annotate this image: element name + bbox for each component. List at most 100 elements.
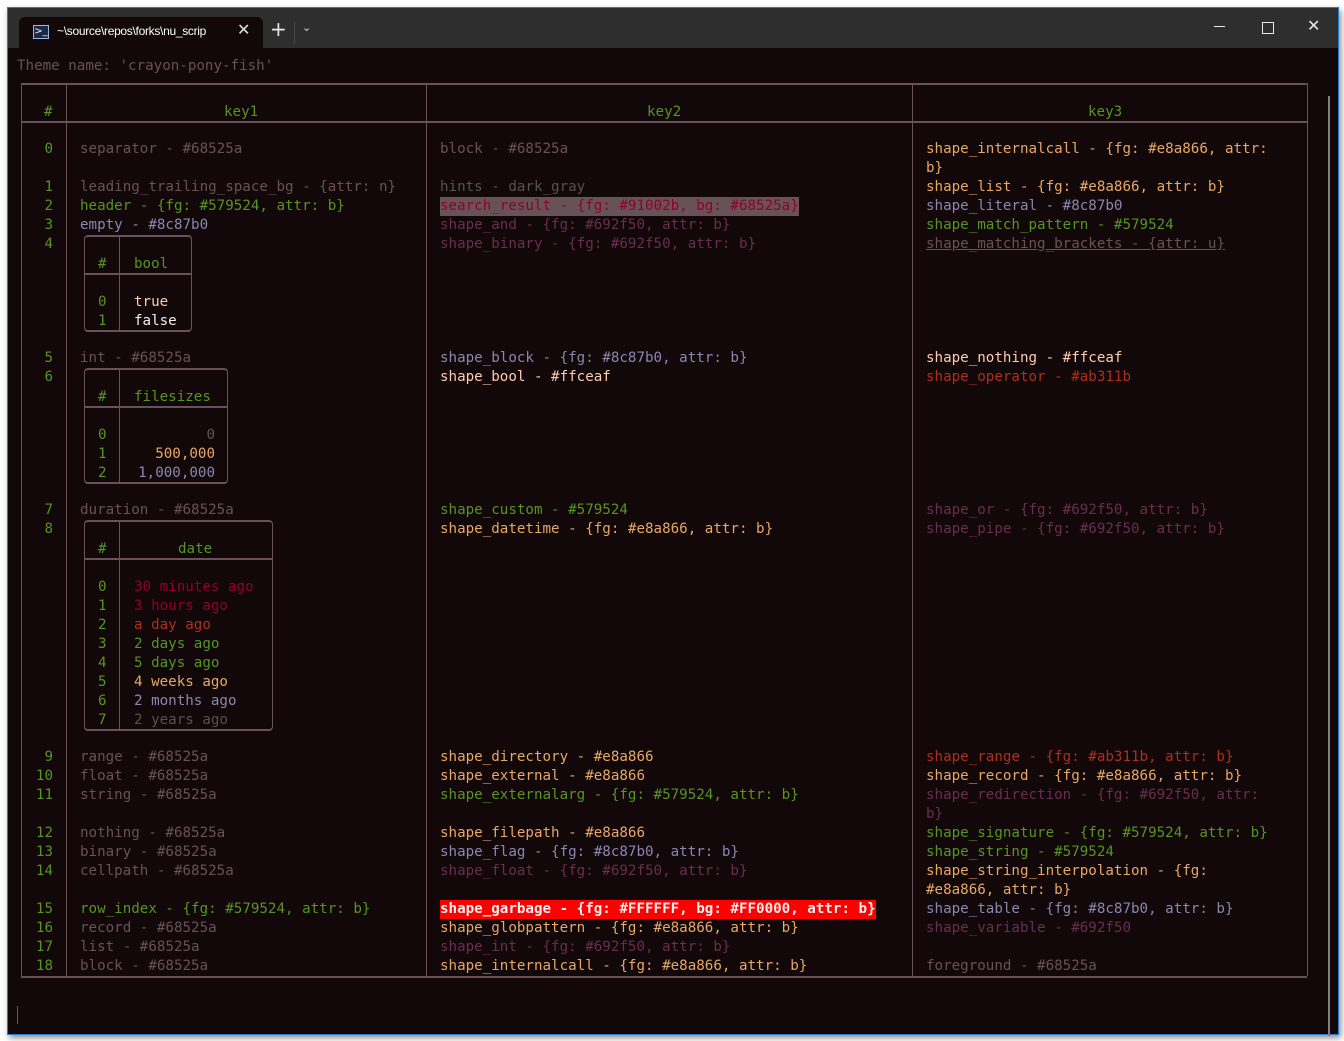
key2-cell: shape_externalarg - {fg: #579524, attr: … [440, 787, 799, 803]
key2-cell: shape_block - {fg: #8c87b0, attr: b} [440, 350, 748, 366]
minimize-icon[interactable] [1214, 26, 1225, 27]
date-row-index: 5 [98, 674, 107, 690]
date-header-index: # [98, 541, 107, 557]
bool-row-index: 1 [98, 313, 107, 329]
filesizes-header-index: # [98, 389, 107, 405]
key3-cell: shape_variable - #692f50 [926, 920, 1131, 936]
row-index: 9 [44, 749, 53, 765]
filesize-value: 1,000,000 [138, 465, 215, 481]
text-cursor [17, 1006, 18, 1024]
chevron-down-icon[interactable]: ⌄ [302, 21, 311, 34]
key3-cell: shape_redirection - {fg: #692f50, attr: [926, 787, 1260, 803]
theme-name-line: Theme name: 'crayon-pony-fish' [17, 58, 274, 74]
key1-cell: block - #68525a [80, 958, 209, 974]
key3-cell: shape_table - {fg: #8c87b0, attr: b} [926, 901, 1234, 917]
bool-header-index: # [98, 256, 107, 272]
key3-cell: shape_matching_brackets - {attr: u} [926, 236, 1225, 252]
key3-cell-continued: #e8a866, attr: b} [926, 882, 1072, 898]
filesize-row-index: 0 [98, 427, 107, 443]
scrollbar[interactable] [1328, 96, 1330, 1036]
maximize-icon[interactable] [1262, 22, 1274, 34]
key3-cell: shape_record - {fg: #e8a866, attr: b} [926, 768, 1243, 784]
key1-cell: leading_trailing_space_bg - {attr: n} [80, 179, 397, 195]
terminal-content[interactable]: Theme name: 'crayon-pony-fish' # key1 ke… [8, 48, 1338, 1036]
nested-column-divider [119, 235, 120, 330]
key3-cell: foreground - #68525a [926, 958, 1097, 974]
date-value: 2 days ago [134, 636, 220, 652]
terminal-window: >_ ~\source\repos\forks\nu_scrip ✕ + ⌄ ✕… [7, 7, 1339, 1036]
close-tab-icon[interactable]: ✕ [237, 20, 250, 39]
key2-cell: block - #68525a [440, 141, 569, 157]
key3-cell: shape_operator - #ab311b [926, 369, 1131, 385]
nested-column-divider [119, 368, 120, 482]
key1-cell: record - #68525a [80, 920, 217, 936]
date-value: 5 days ago [134, 655, 220, 671]
row-index: 10 [35, 768, 53, 784]
key1-cell: cellpath - #68525a [80, 863, 234, 879]
key2-cell: shape_binary - {fg: #692f50, attr: b} [440, 236, 757, 252]
date-header: date [178, 541, 213, 557]
tab-title: ~\source\repos\forks\nu_scrip [57, 24, 207, 38]
filesize-row-index: 2 [98, 465, 107, 481]
key1-cell: binary - #68525a [80, 844, 217, 860]
key2-cell: hints - dark_gray [440, 179, 586, 195]
key2-cell: shape_and - {fg: #692f50, attr: b} [440, 217, 731, 233]
new-tab-button[interactable]: + [270, 19, 287, 39]
header-key2: key2 [647, 104, 682, 120]
column-divider [426, 83, 427, 976]
date-row-index: 6 [98, 693, 107, 709]
date-value: 3 hours ago [134, 598, 228, 614]
key3-cell: shape_range - {fg: #ab311b, attr: b} [926, 749, 1234, 765]
header-key1: key1 [224, 104, 259, 120]
row-index: 2 [44, 198, 53, 214]
key1-cell: header - {fg: #579524, attr: b} [80, 198, 345, 214]
column-divider [66, 83, 67, 976]
date-value: 2 years ago [134, 712, 228, 728]
column-divider [912, 83, 913, 976]
key3-cell-continued: b} [926, 806, 944, 822]
key1-cell: range - #68525a [80, 749, 209, 765]
key3-cell: shape_literal - #8c87b0 [926, 198, 1123, 214]
filesize-row-index: 1 [98, 446, 107, 462]
powershell-icon: >_ [33, 25, 49, 39]
key1-cell: int - #68525a [80, 350, 192, 366]
key2-cell: shape_garbage - {fg: #FFFFFF, bg: #FF000… [440, 900, 876, 919]
date-value: 30 minutes ago [134, 579, 254, 595]
key1-cell: float - #68525a [80, 768, 209, 784]
bool-header: bool [134, 256, 169, 272]
row-index: 17 [35, 939, 53, 955]
row-index: 6 [44, 369, 53, 385]
row-index: 3 [44, 217, 53, 233]
tab-divider [294, 22, 295, 44]
row-index: 4 [44, 236, 53, 252]
key1-cell: list - #68525a [80, 939, 200, 955]
key2-cell: shape_datetime - {fg: #e8a866, attr: b} [440, 521, 774, 537]
table-bottom-border [21, 976, 1307, 978]
date-value: a day ago [134, 617, 211, 633]
key3-cell: shape_nothing - #ffceaf [926, 350, 1123, 366]
key1-cell: separator - #68525a [80, 141, 243, 157]
date-row-index: 7 [98, 712, 107, 728]
key3-cell: shape_or - {fg: #692f50, attr: b} [926, 502, 1208, 518]
row-index: 16 [35, 920, 53, 936]
key3-cell: shape_list - {fg: #e8a866, attr: b} [926, 179, 1225, 195]
key3-cell: shape_string_interpolation - {fg: [926, 863, 1208, 879]
row-index: 18 [35, 958, 53, 974]
table-top-border [21, 83, 1307, 85]
row-index: 14 [35, 863, 53, 879]
row-index: 15 [35, 901, 53, 917]
row-index: 11 [35, 787, 53, 803]
key1-cell: empty - #8c87b0 [80, 217, 209, 233]
row-index: 13 [35, 844, 53, 860]
key2-cell: shape_int - {fg: #692f50, attr: b} [440, 939, 731, 955]
filesize-value: 0 [206, 427, 215, 443]
filesize-value: 500,000 [155, 446, 215, 462]
close-window-icon[interactable]: ✕ [1307, 16, 1320, 35]
bool-value: false [134, 313, 177, 329]
key3-cell: shape_pipe - {fg: #692f50, attr: b} [926, 521, 1225, 537]
key2-cell: shape_globpattern - {fg: #e8a866, attr: … [440, 920, 799, 936]
terminal-tab[interactable]: >_ ~\source\repos\forks\nu_scrip ✕ [19, 17, 263, 48]
key2-cell: shape_custom - #579524 [440, 502, 628, 518]
date-row-index: 3 [98, 636, 107, 652]
key2-cell: search_result - {fg: #91002b, bg: #68525… [440, 197, 799, 216]
